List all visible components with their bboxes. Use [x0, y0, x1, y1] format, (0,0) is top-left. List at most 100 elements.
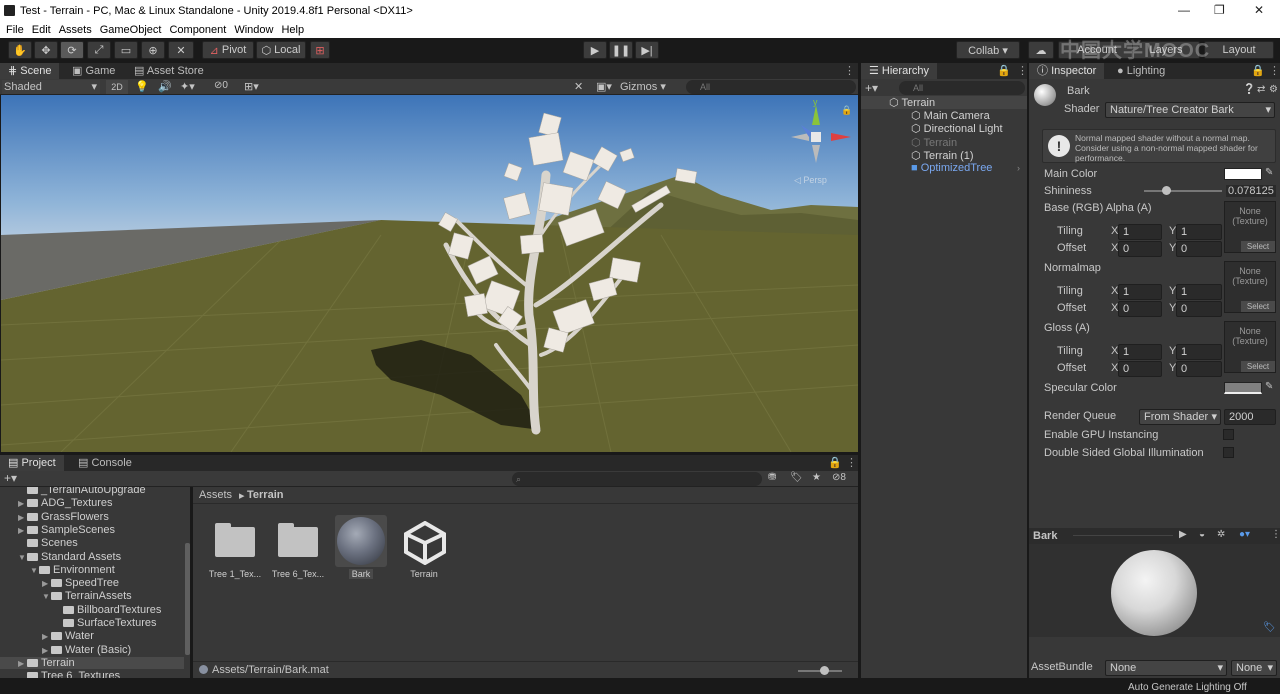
scale-tool-button[interactable]: ⤢: [87, 41, 111, 59]
project-create-button[interactable]: +▾: [4, 471, 17, 485]
project-tree-item[interactable]: ▶ SpeedTree: [42, 577, 119, 589]
play-button[interactable]: ▶: [583, 41, 607, 59]
menu-assets[interactable]: Assets: [59, 24, 92, 36]
normal-offset-x[interactable]: 0: [1118, 301, 1162, 317]
gloss-tiling-y[interactable]: 1: [1176, 344, 1222, 360]
project-tree-item[interactable]: ▶ SampleScenes: [18, 524, 115, 536]
gizmo-persp-label[interactable]: ◁ Persp: [794, 175, 827, 186]
tab-lighting[interactable]: ● Lighting: [1109, 63, 1173, 79]
hidden-packages-toggle[interactable]: ⊘8: [832, 472, 846, 483]
asset-item-terrain-scene[interactable]: Terrain: [398, 517, 462, 581]
normalmap-texture-slot[interactable]: None (Texture) Select: [1224, 261, 1276, 313]
hidden-objects-toggle[interactable]: ⊘0: [214, 80, 228, 91]
gloss-offset-y[interactable]: 0: [1176, 361, 1222, 377]
tag-icon[interactable]: 🏷: [1263, 622, 1276, 633]
hierarchy-item-main-camera[interactable]: ⬡ Main Camera: [911, 109, 990, 122]
project-tree-item[interactable]: BillboardTextures: [54, 604, 161, 616]
project-tree-item[interactable]: ▶ Water: [42, 630, 94, 642]
panel-menu-icon[interactable]: ⋮: [1017, 64, 1028, 77]
tab-inspector[interactable]: ⓘ Inspector: [1029, 63, 1105, 79]
hierarchy-item-terrain-1[interactable]: ⬡ Terrain (1): [911, 149, 974, 162]
lighting-toggle-icon[interactable]: 💡: [135, 80, 149, 93]
expand-arrow-icon[interactable]: ▶: [18, 659, 27, 668]
breadcrumb-current[interactable]: Terrain: [247, 489, 283, 501]
project-tree-item[interactable]: Scenes: [18, 537, 78, 549]
rotate-tool-button[interactable]: ⟳: [60, 41, 84, 59]
normalmap-select-button[interactable]: Select: [1241, 301, 1275, 312]
chevron-right-icon[interactable]: ›: [1017, 163, 1020, 173]
base-tiling-x[interactable]: 1: [1118, 224, 1162, 240]
assetbundle-variant-dropdown[interactable]: None ▾: [1231, 660, 1277, 676]
help-icon[interactable]: ❔: [1243, 84, 1255, 95]
asset-item-tree1-textures[interactable]: Tree 1_Tex...: [209, 519, 273, 579]
gloss-select-button[interactable]: Select: [1241, 361, 1275, 372]
breadcrumb-root[interactable]: Assets: [199, 489, 232, 501]
filter-type-icon[interactable]: ⛃: [768, 472, 776, 483]
hierarchy-item-optimized-tree[interactable]: ■ OptimizedTree: [911, 162, 992, 174]
tree-scrollbar[interactable]: [185, 543, 190, 655]
scene-search-input[interactable]: All: [686, 80, 856, 94]
tab-hierarchy[interactable]: ☰ Hierarchy: [861, 63, 937, 79]
base-offset-x[interactable]: 0: [1118, 241, 1162, 257]
cloud-button[interactable]: ☁: [1028, 41, 1054, 59]
gloss-tiling-x[interactable]: 1: [1118, 344, 1162, 360]
mode-2d-toggle[interactable]: 2D: [106, 80, 128, 94]
lock-icon[interactable]: 🔒: [841, 105, 852, 116]
tab-console[interactable]: ▤ Console: [70, 455, 140, 471]
grid-snap-button[interactable]: ⊞: [310, 41, 330, 59]
project-tree-item[interactable]: ▶ Water (Basic): [42, 644, 131, 656]
shading-dropdown[interactable]: Shaded ▾: [2, 80, 100, 94]
project-tree-item[interactable]: ▼ Environment: [30, 564, 115, 576]
menu-file[interactable]: File: [6, 24, 24, 36]
pivot-toggle[interactable]: ⊿ Pivot: [202, 41, 254, 59]
eyedropper-icon[interactable]: ✎: [1265, 381, 1273, 392]
normal-tiling-x[interactable]: 1: [1118, 284, 1162, 300]
local-toggle[interactable]: ⬡ Local: [256, 41, 306, 59]
camera-dropdown-icon[interactable]: ▣▾: [596, 80, 612, 93]
close-button[interactable]: ✕: [1254, 3, 1264, 17]
tab-game[interactable]: ▣ Game: [64, 63, 123, 79]
hierarchy-item-terrain-disabled[interactable]: ⬡ Terrain: [911, 136, 957, 149]
project-tree-item[interactable]: ▼ TerrainAssets: [42, 590, 132, 602]
lock-icon[interactable]: 🔒: [1251, 64, 1265, 77]
hierarchy-selected-row[interactable]: [861, 96, 1027, 109]
project-search-input[interactable]: ⌕: [512, 472, 762, 486]
minimize-button[interactable]: —: [1178, 3, 1190, 17]
asset-item-bark-material[interactable]: Bark: [335, 515, 399, 581]
rect-tool-button[interactable]: ▭: [114, 41, 138, 59]
gear-icon[interactable]: ⚙: [1269, 84, 1278, 95]
collab-button[interactable]: Collab ▾: [956, 41, 1020, 59]
asset-item-tree6-textures[interactable]: Tree 6_Tex...: [272, 519, 336, 579]
expand-arrow-icon[interactable]: ▶: [42, 632, 51, 641]
expand-arrow-icon[interactable]: ▶: [42, 579, 51, 588]
transform-tool-button[interactable]: ⊕: [141, 41, 165, 59]
menu-window[interactable]: Window: [234, 24, 273, 36]
project-tree-item[interactable]: ▼ Standard Assets: [18, 551, 121, 563]
lock-icon[interactable]: 🔒: [828, 456, 842, 469]
base-tiling-y[interactable]: 1: [1176, 224, 1222, 240]
pause-button[interactable]: ❚❚: [609, 41, 633, 59]
base-offset-y[interactable]: 0: [1176, 241, 1222, 257]
eyedropper-icon[interactable]: ✎: [1265, 167, 1273, 178]
gizmos-dropdown[interactable]: Gizmos ▾: [620, 80, 678, 94]
tools-icon[interactable]: ✕: [574, 80, 583, 93]
project-tree-item[interactable]: ▶ Terrain: [0, 656, 184, 669]
project-tree-item[interactable]: _TerrainAutoUpgrade: [18, 487, 146, 496]
move-tool-button[interactable]: ✥: [34, 41, 58, 59]
normal-offset-y[interactable]: 0: [1176, 301, 1222, 317]
expand-arrow-icon[interactable]: ▶: [18, 526, 27, 535]
preset-icon[interactable]: ⇄: [1257, 84, 1265, 95]
panel-menu-icon[interactable]: ⋮: [1271, 529, 1280, 540]
base-texture-select-button[interactable]: Select: [1241, 241, 1275, 252]
menu-component[interactable]: Component: [169, 24, 226, 36]
gloss-offset-x[interactable]: 0: [1118, 361, 1162, 377]
expand-arrow-icon[interactable]: ▶: [18, 513, 27, 522]
grid-toggle-icon[interactable]: ⊞▾: [244, 80, 259, 93]
shininess-slider-handle[interactable]: [1161, 186, 1171, 195]
normal-tiling-y[interactable]: 1: [1176, 284, 1222, 300]
project-tree-item[interactable]: ▶ GrassFlowers: [18, 511, 109, 523]
specular-color-swatch[interactable]: [1224, 382, 1262, 394]
gloss-texture-slot[interactable]: None (Texture) Select: [1224, 321, 1276, 373]
tab-project[interactable]: ▤ Project: [0, 455, 64, 471]
expand-arrow-icon[interactable]: ▼: [18, 553, 27, 562]
